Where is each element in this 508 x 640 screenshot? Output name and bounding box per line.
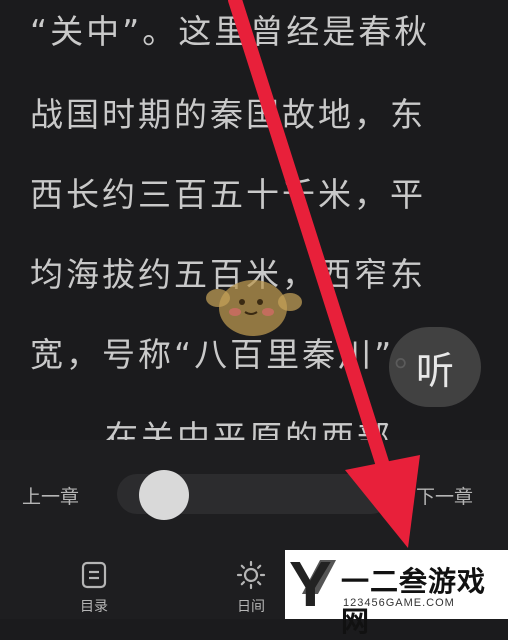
listen-button[interactable]: 听 [389, 327, 481, 407]
reader-page[interactable]: “关中”。这里曾经是春秋 战国时期的秦国故地，东 西长约三百五十千米，平 均海拔… [0, 0, 508, 440]
sun-icon [236, 560, 266, 590]
watermark-logo-letter: Y [289, 548, 332, 620]
catalog-icon [81, 561, 107, 589]
listen-label: 听 [415, 348, 454, 393]
text-line: 西长约三百五十千米，平 [30, 175, 426, 214]
text-line: 在关中平原的西部 [105, 418, 393, 440]
tab-label: 日间 [237, 599, 265, 615]
prev-chapter-button[interactable]: 上一章 [22, 482, 79, 509]
next-chapter-button[interactable]: 下一章 [416, 482, 473, 509]
text-line: “关中”。这里曾经是春秋 [30, 12, 431, 51]
text-line: 战国时期的秦国故地，东 [30, 95, 426, 134]
watermark-url: 123456GAME.COM [343, 597, 455, 609]
site-watermark: Y 一二叁游戏网 123456GAME.COM [285, 548, 508, 638]
slider-thumb[interactable] [139, 470, 189, 520]
tab-catalog[interactable]: 目录 [64, 560, 124, 616]
mascot-icon [206, 280, 302, 336]
tab-label: 目录 [80, 599, 108, 615]
tab-day-mode[interactable]: 日间 [221, 560, 281, 616]
